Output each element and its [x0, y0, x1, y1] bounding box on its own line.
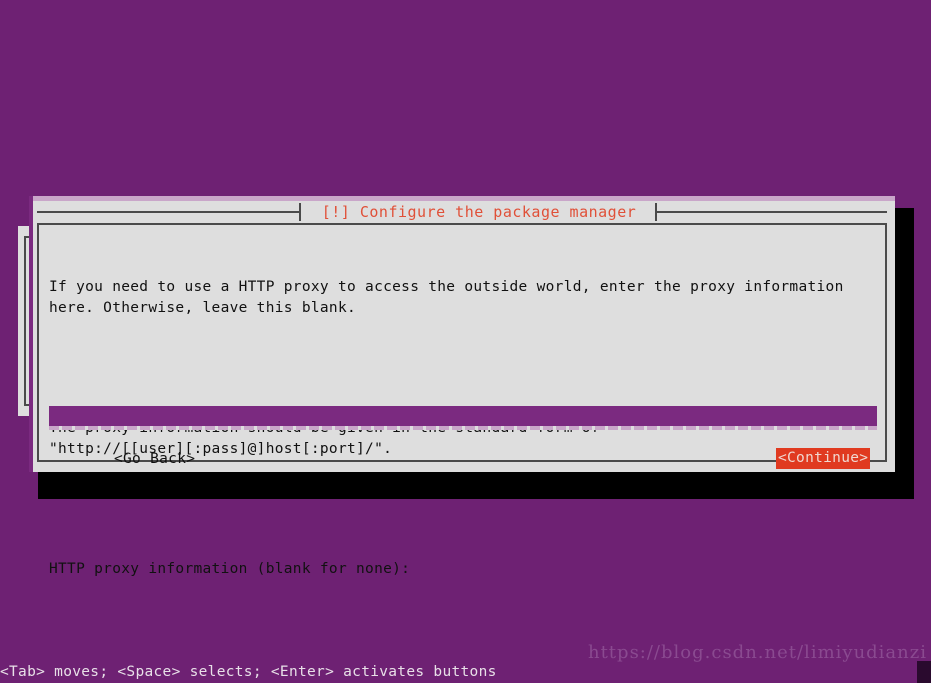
titlebar-rule-right	[657, 211, 887, 213]
csdn-watermark: https://blog.csdn.net/limiyudianzi	[588, 642, 927, 663]
dialog-content-frame: If you need to use a HTTP proxy to acces…	[37, 223, 887, 462]
paragraph-gap-2	[49, 502, 875, 517]
titlebar-tick-left	[299, 203, 301, 221]
proxy-input[interactable]	[49, 406, 877, 426]
configure-package-manager-dialog: [!] Configure the package manager If you…	[29, 196, 895, 472]
dialog-titlebar: [!] Configure the package manager	[29, 201, 895, 223]
proxy-input-row[interactable]	[49, 406, 877, 430]
dialog-left-strip	[29, 196, 33, 472]
dialog-title: [!] Configure the package manager	[309, 201, 649, 223]
paragraph-proxy-intro: If you need to use a HTTP proxy to acces…	[49, 277, 875, 319]
titlebar-rule-left	[37, 211, 299, 213]
installer-screen: [!] Configure the package manager If you…	[0, 0, 931, 683]
proxy-field-label: HTTP proxy information (blank for none):	[49, 559, 875, 580]
continue-button[interactable]: <Continue>	[776, 448, 870, 469]
dialog-button-row: <Go Back> <Continue>	[39, 447, 885, 471]
go-back-button[interactable]: <Go Back>	[114, 447, 195, 471]
status-bar-hints: <Tab> moves; <Space> selects; <Enter> ac…	[0, 661, 931, 683]
proxy-input-underline	[49, 426, 877, 430]
paragraph-gap-1	[49, 361, 875, 376]
